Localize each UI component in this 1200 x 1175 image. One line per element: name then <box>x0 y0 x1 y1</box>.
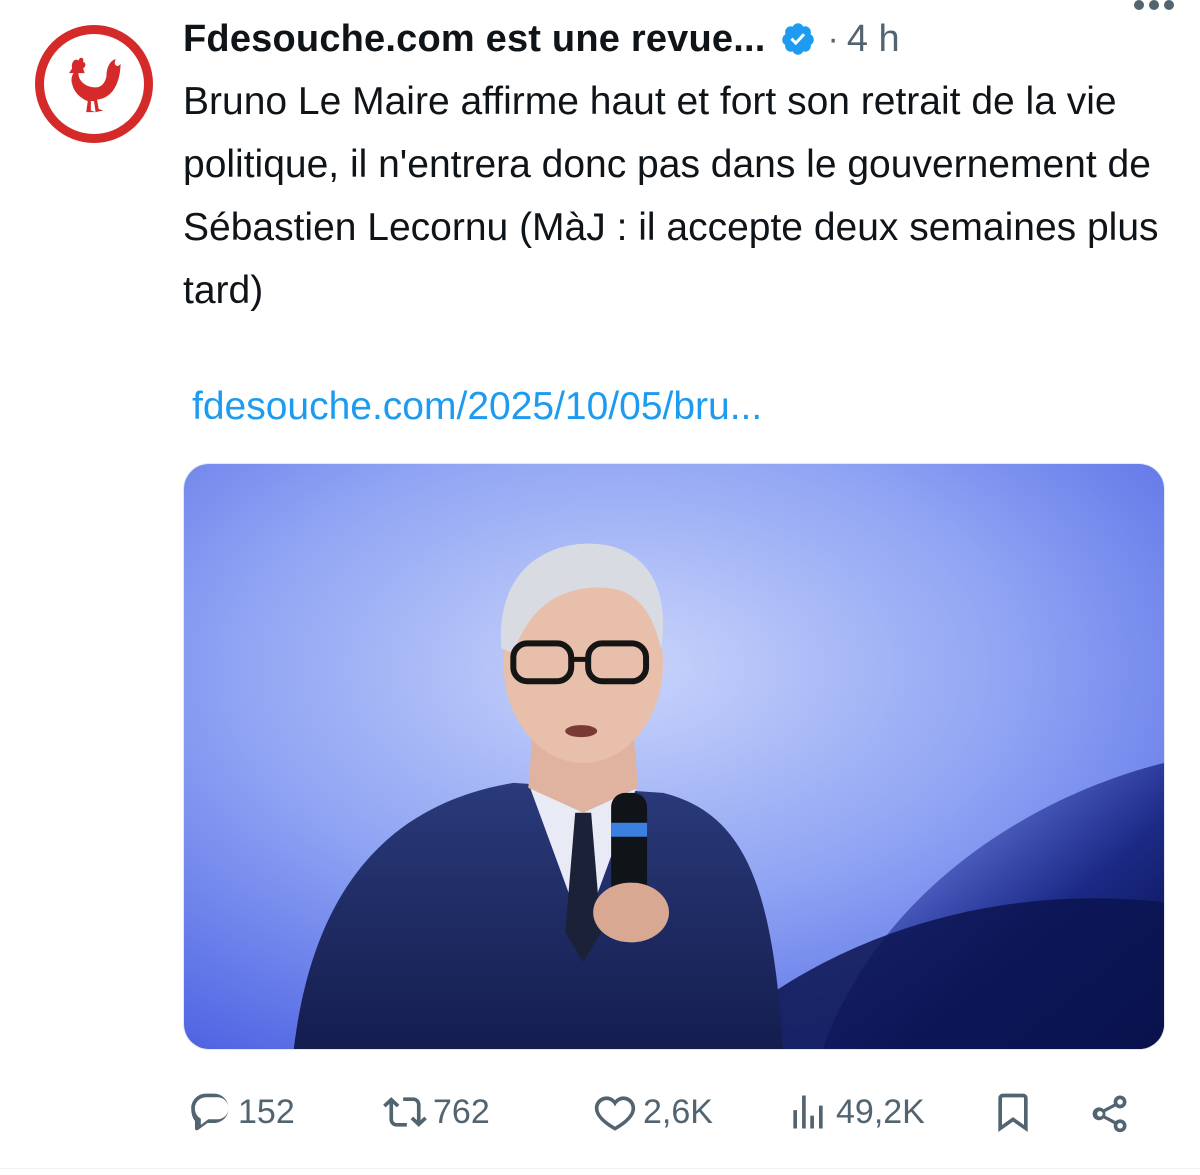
author-name[interactable]: Fdesouche.com est une revue... <box>183 18 766 61</box>
bookmark-icon <box>998 1093 1028 1133</box>
tweet-header: Fdesouche.com est une revue... · 4 h <box>183 14 900 64</box>
divider <box>0 1168 1200 1169</box>
separator-dot: · <box>827 19 839 58</box>
views-count: 49,2K <box>836 1092 925 1131</box>
article-link[interactable]: fdesouche.com/2025/10/05/bru... <box>192 385 762 429</box>
views-button[interactable]: 49,2K <box>786 1085 925 1139</box>
reply-icon <box>191 1093 229 1131</box>
share-icon <box>1092 1095 1127 1133</box>
heart-icon <box>594 1096 636 1131</box>
reply-button[interactable]: 152 <box>188 1085 295 1139</box>
repost-icon <box>383 1097 427 1127</box>
avatar[interactable] <box>35 25 153 143</box>
timestamp[interactable]: 4 h <box>847 18 900 61</box>
more-dot-icon <box>1149 0 1159 10</box>
share-button[interactable] <box>1088 1085 1132 1139</box>
reply-count: 152 <box>238 1092 295 1131</box>
media-image[interactable] <box>183 463 1165 1050</box>
more-options-button[interactable] <box>1134 0 1174 16</box>
bookmark-button[interactable] <box>991 1085 1035 1139</box>
repost-button[interactable]: 762 <box>383 1085 490 1139</box>
more-dot-icon <box>1134 0 1144 10</box>
verified-badge-icon <box>780 21 816 57</box>
like-button[interactable]: 2,6K <box>593 1085 713 1139</box>
repost-count: 762 <box>433 1092 490 1131</box>
action-bar: 152 762 2,6K 49,2K <box>183 1085 1143 1139</box>
views-chart-icon <box>793 1095 823 1129</box>
more-dot-icon <box>1164 0 1174 10</box>
tweet-text: Bruno Le Maire affirme haut et fort son … <box>183 80 1159 312</box>
rooster-logo-icon <box>69 57 121 113</box>
like-count: 2,6K <box>643 1092 713 1131</box>
photo-speaker-icon <box>184 464 1164 1049</box>
